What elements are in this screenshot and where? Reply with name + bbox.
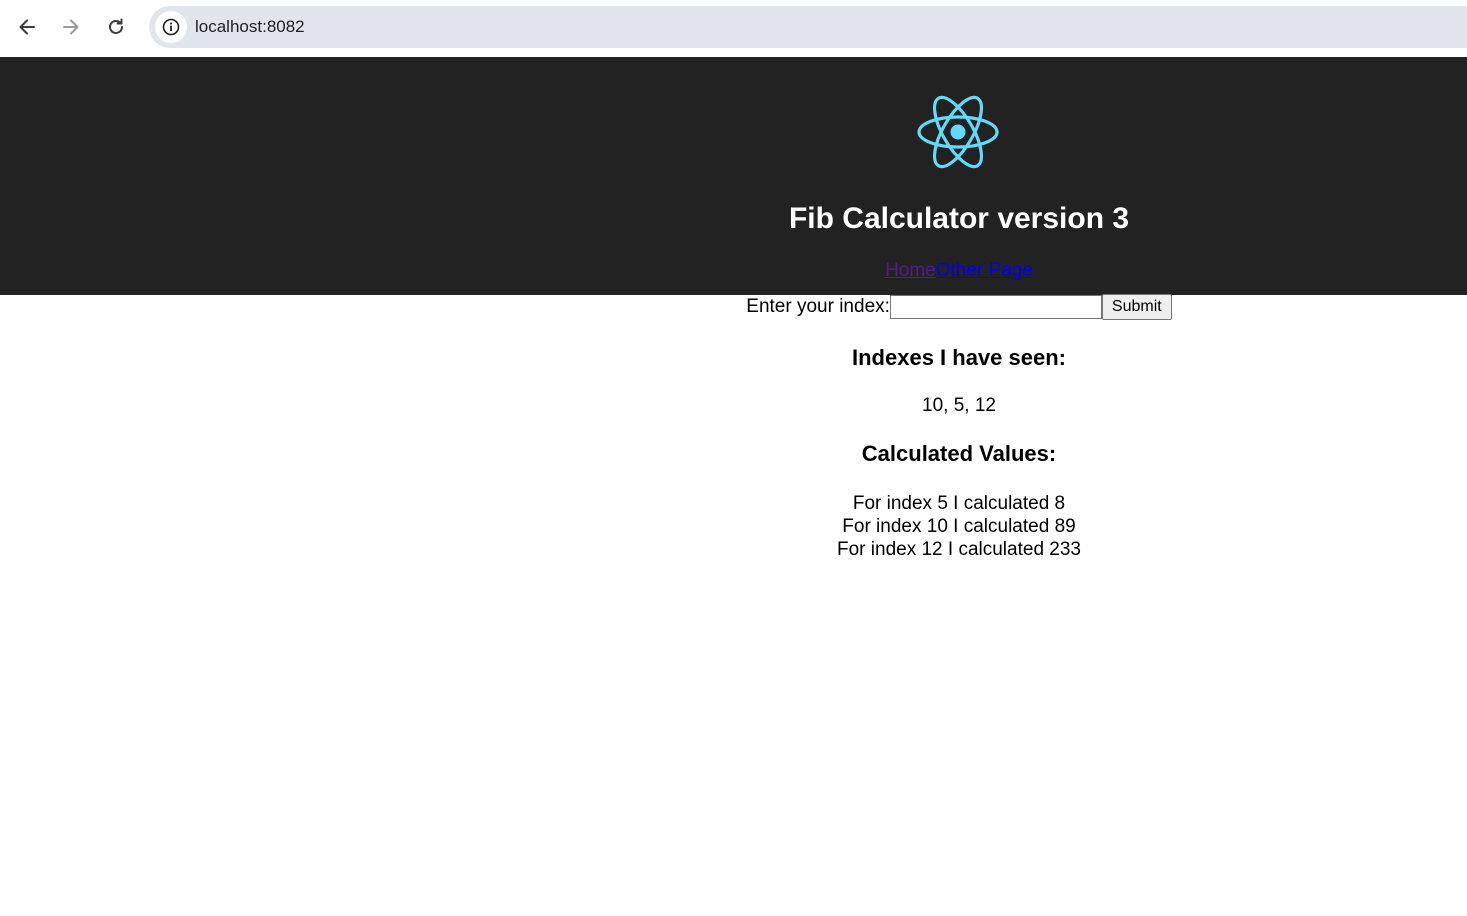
arrow-left-icon: [19, 19, 35, 35]
indexes-seen-title: Indexes I have seen:: [852, 345, 1066, 370]
back-button[interactable]: [9, 9, 45, 45]
reload-icon: [109, 18, 123, 34]
index-form: Enter your index: Submit: [0, 294, 1467, 320]
nav-links: HomeOther Page: [0, 260, 1467, 282]
app-header: Fib Calculator version 3 HomeOther Page: [0, 57, 1467, 295]
calculated-value-item: For index 10 I calculated 89: [842, 516, 1076, 537]
submit-button[interactable]: Submit: [1101, 294, 1172, 320]
other-page-link[interactable]: Other Page: [936, 260, 1033, 281]
address-bar[interactable]: localhost:8082: [149, 6, 1467, 48]
calculated-value-item: For index 5 I calculated 8: [852, 493, 1066, 514]
app-title: Fib Calculator version 3: [788, 202, 1130, 235]
calculated-value-item: For index 12 I calculated 233: [837, 539, 1081, 560]
react-logo-icon: [917, 95, 999, 169]
info-icon[interactable]: [155, 11, 187, 43]
index-input[interactable]: [889, 295, 1102, 319]
url-text[interactable]: localhost:8082: [195, 17, 305, 37]
home-link[interactable]: Home: [885, 260, 936, 281]
arrow-right-icon: [63, 19, 79, 35]
calculated-values-title: Calculated Values:: [861, 441, 1057, 466]
forward-button[interactable]: [53, 9, 89, 45]
browser-toolbar: localhost:8082: [0, 0, 1467, 57]
reload-button[interactable]: [98, 9, 134, 45]
page-content: Fib Calculator version 3 HomeOther Page …: [0, 57, 1467, 916]
index-label: Enter your index:: [746, 296, 890, 317]
indexes-seen-values: 10, 5, 12: [922, 395, 996, 416]
calculated-values-list: For index 5 I calculated 8 For index 10 …: [0, 492, 1467, 561]
